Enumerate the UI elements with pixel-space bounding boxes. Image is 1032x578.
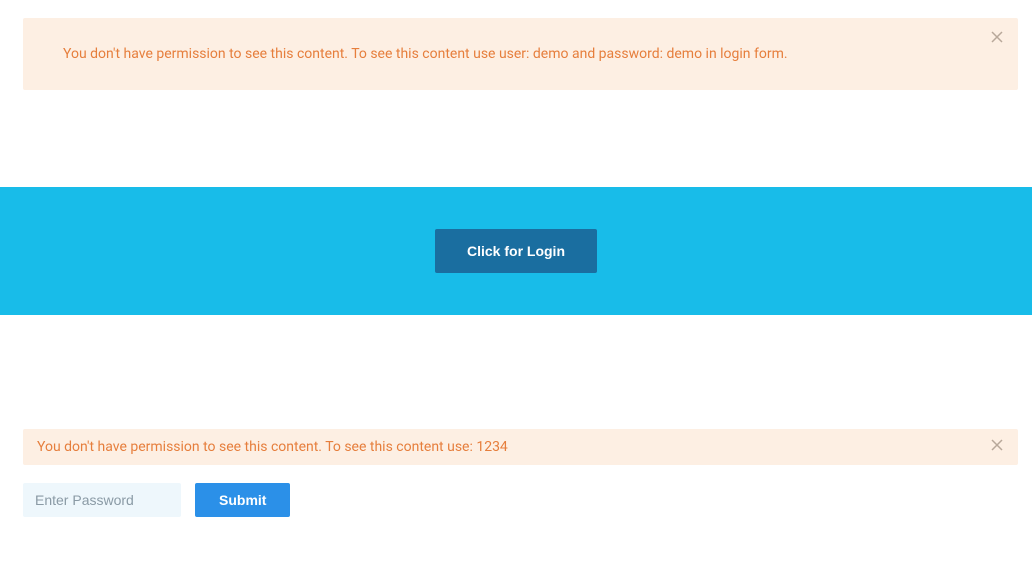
permission-alert-login: You don't have permission to see this co… xyxy=(23,18,1018,90)
close-icon[interactable] xyxy=(990,30,1004,44)
close-icon[interactable] xyxy=(990,438,1004,452)
submit-button[interactable]: Submit xyxy=(195,483,290,517)
password-field[interactable] xyxy=(23,483,181,517)
login-banner: Click for Login xyxy=(0,187,1032,315)
click-for-login-button[interactable]: Click for Login xyxy=(435,229,597,273)
permission-alert-code: You don't have permission to see this co… xyxy=(23,429,1018,465)
alert-text: You don't have permission to see this co… xyxy=(63,46,788,62)
password-section: You don't have permission to see this co… xyxy=(0,429,1032,517)
password-form: Submit xyxy=(23,483,1018,517)
alert-text: You don't have permission to see this co… xyxy=(37,439,508,455)
